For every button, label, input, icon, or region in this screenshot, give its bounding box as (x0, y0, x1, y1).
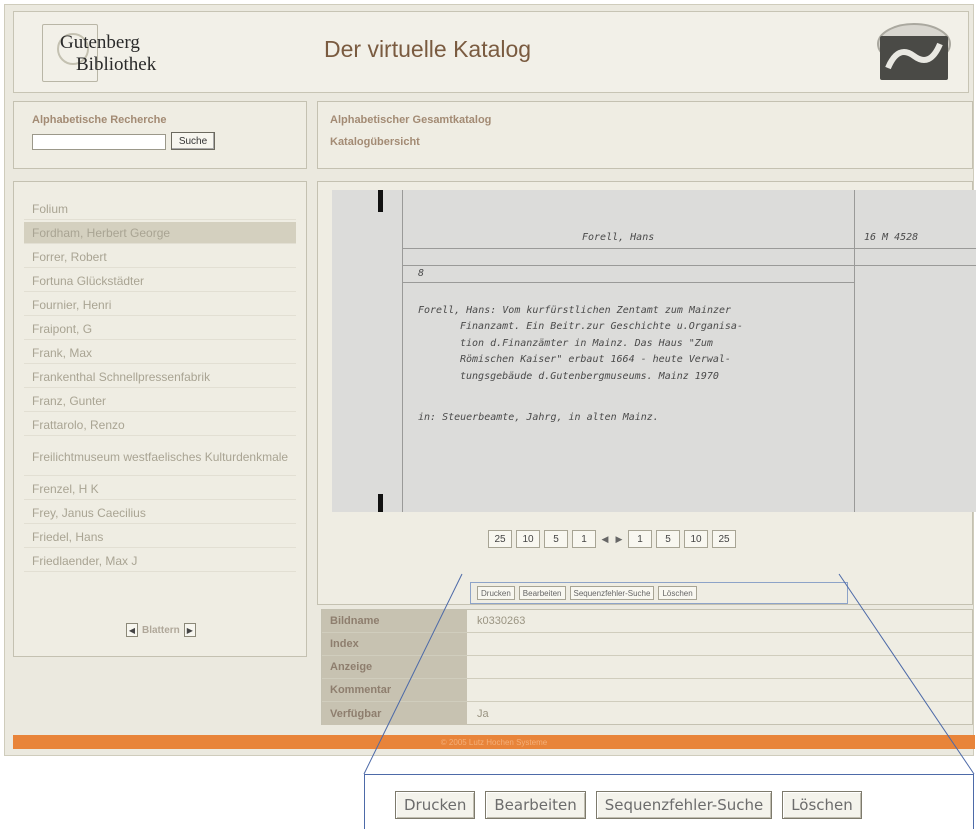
card-heading: Forell, Hans (582, 232, 655, 243)
edit-button[interactable]: Bearbeiten (518, 586, 566, 600)
zoom-delete-button[interactable]: Löschen (782, 791, 862, 819)
forward-1-button[interactable]: 1 (628, 530, 652, 548)
list-item[interactable]: Frankenthal Schnellpressenfabrik (24, 366, 296, 388)
catalog-card-image: Forell, Hans 16 M 4528 8 Forell, Hans: V… (332, 190, 976, 512)
bildname-label: Bildname (322, 610, 467, 632)
page-title: Der virtuelle Katalog (324, 36, 532, 62)
search-label: Alphabetische Recherche (32, 114, 167, 126)
info-row-index: Index (322, 633, 972, 656)
info-row-kommentar: Kommentar (322, 679, 972, 702)
right-arrow-icon[interactable]: ▶ (614, 534, 624, 545)
card-signature: 16 M 4528 (864, 232, 919, 243)
list-item[interactable]: Folium (24, 198, 296, 220)
list-item[interactable]: Frey, Janus Caecilius (24, 502, 296, 524)
index-label: Index (322, 633, 467, 655)
card-pager: 25 10 5 1 ◀ ▶ 1 5 10 25 (488, 530, 736, 548)
card-body-line: tion d.Finanzämter in Mainz. Das Haus "Z… (460, 338, 713, 349)
list-item[interactable]: Frenzel, H K (24, 478, 296, 500)
breadcrumb: Alphabetischer Gesamtkatalog Katalogüber… (317, 101, 973, 169)
zoom-callout: Drucken Bearbeiten Sequenzfehler-Suche L… (364, 774, 974, 829)
card-marker: 8 (418, 268, 425, 279)
left-arrow-icon[interactable]: ◀ (600, 534, 610, 545)
app-window: Gutenberg Bibliothek Der virtuelle Katal… (4, 4, 976, 756)
info-row-bildname: Bildname k0330263 (322, 610, 972, 633)
list-item[interactable]: Fournier, Henri (24, 294, 296, 316)
back-25-button[interactable]: 25 (488, 530, 512, 548)
blattern-label: Blattern (142, 624, 180, 636)
info-row-anzeige: Anzeige (322, 656, 972, 679)
list-item[interactable]: Freilichtmuseum westfaelisches Kulturden… (24, 438, 296, 476)
bildname-value: k0330263 (477, 615, 526, 627)
list-item[interactable]: Frank, Max (24, 342, 296, 364)
gutenberg-logo: Gutenberg Bibliothek (42, 22, 162, 84)
brand-logo-icon (877, 23, 951, 80)
zoom-edit-button[interactable]: Bearbeiten (485, 791, 586, 819)
list-item[interactable]: Forrer, Robert (24, 246, 296, 268)
catalog-card-panel: Forell, Hans 16 M 4528 8 Forell, Hans: V… (317, 181, 976, 605)
back-5-button[interactable]: 5 (544, 530, 568, 548)
back-1-button[interactable]: 1 (572, 530, 596, 548)
punch-hole-top (378, 190, 383, 212)
breadcrumb-overview[interactable]: Katalogübersicht (330, 136, 420, 148)
search-button[interactable]: Suche (171, 132, 215, 150)
list-item[interactable]: Fordham, Herbert George (24, 222, 296, 244)
sequence-error-search-button[interactable]: Sequenzfehler-Suche (569, 586, 655, 600)
blattern-pager: ◀ Blattern ▶ (126, 622, 196, 638)
index-value (467, 633, 972, 655)
kommentar-label: Kommentar (322, 679, 467, 701)
list-item[interactable]: Fortuna Glückstädter (24, 270, 296, 292)
verfuegbar-value: Ja (477, 707, 489, 720)
header: Gutenberg Bibliothek Der virtuelle Katal… (13, 11, 969, 93)
search-panel: Alphabetische Recherche Suche (13, 101, 307, 169)
card-footer-line: in: Steuerbeamte, Jahrg, in alten Mainz. (418, 412, 659, 423)
logo-line1: Gutenberg (60, 32, 140, 53)
list-item[interactable]: Franz, Gunter (24, 390, 296, 412)
anzeige-label: Anzeige (322, 656, 467, 678)
list-item[interactable]: Friedel, Hans (24, 526, 296, 548)
record-info-table: Bildname k0330263 Index Anzeige Kommenta… (321, 609, 973, 725)
breadcrumb-catalog[interactable]: Alphabetischer Gesamtkatalog (330, 114, 491, 126)
zoom-print-button[interactable]: Drucken (395, 791, 476, 819)
delete-button[interactable]: Löschen (658, 586, 697, 600)
list-item[interactable]: Frattarolo, Renzo (24, 414, 296, 436)
punch-hole-bottom (378, 494, 383, 512)
search-input[interactable] (32, 134, 166, 150)
back-10-button[interactable]: 10 (516, 530, 540, 548)
action-buttons-row: Drucken Bearbeiten Sequenzfehler-Suche L… (470, 582, 848, 604)
prev-page-button[interactable]: ◀ (126, 623, 138, 637)
card-body-line: tungsgebäude d.Gutenbergmuseums. Mainz 1… (460, 371, 719, 382)
card-body-line: Forell, Hans: Vom kurfürstlichen Zentamt… (418, 305, 732, 316)
print-button[interactable]: Drucken (477, 586, 515, 600)
logo-line2: Bibliothek (76, 54, 157, 75)
card-body-line: Römischen Kaiser" erbaut 1664 - heute Ve… (460, 354, 731, 365)
next-page-button[interactable]: ▶ (183, 623, 196, 637)
forward-5-button[interactable]: 5 (656, 530, 680, 548)
list-item[interactable]: Friedlaender, Max J (24, 550, 296, 572)
zoom-sequence-error-search-button[interactable]: Sequenzfehler-Suche (595, 791, 773, 819)
kommentar-value (467, 679, 972, 701)
alphabetic-list-panel: Folium Fordham, Herbert George Forrer, Rob… (13, 181, 307, 657)
footer-bar: © 2005 Lutz Hochen Systeme (13, 735, 975, 749)
anzeige-value (467, 656, 972, 678)
alphabetic-list: Folium Fordham, Herbert George Forrer, Rob… (24, 190, 296, 614)
zoomed-action-buttons: Drucken Bearbeiten Sequenzfehler-Suche L… (395, 791, 862, 819)
verfuegbar-label: Verfügbar (322, 702, 467, 725)
list-item[interactable]: Fraipont, G (24, 318, 296, 340)
forward-25-button[interactable]: 25 (712, 530, 736, 548)
info-row-verfuegbar: Verfügbar Ja (322, 702, 972, 725)
card-body-line: Finanzamt. Ein Beitr.zur Geschichte u.Or… (460, 321, 743, 332)
forward-10-button[interactable]: 10 (684, 530, 708, 548)
